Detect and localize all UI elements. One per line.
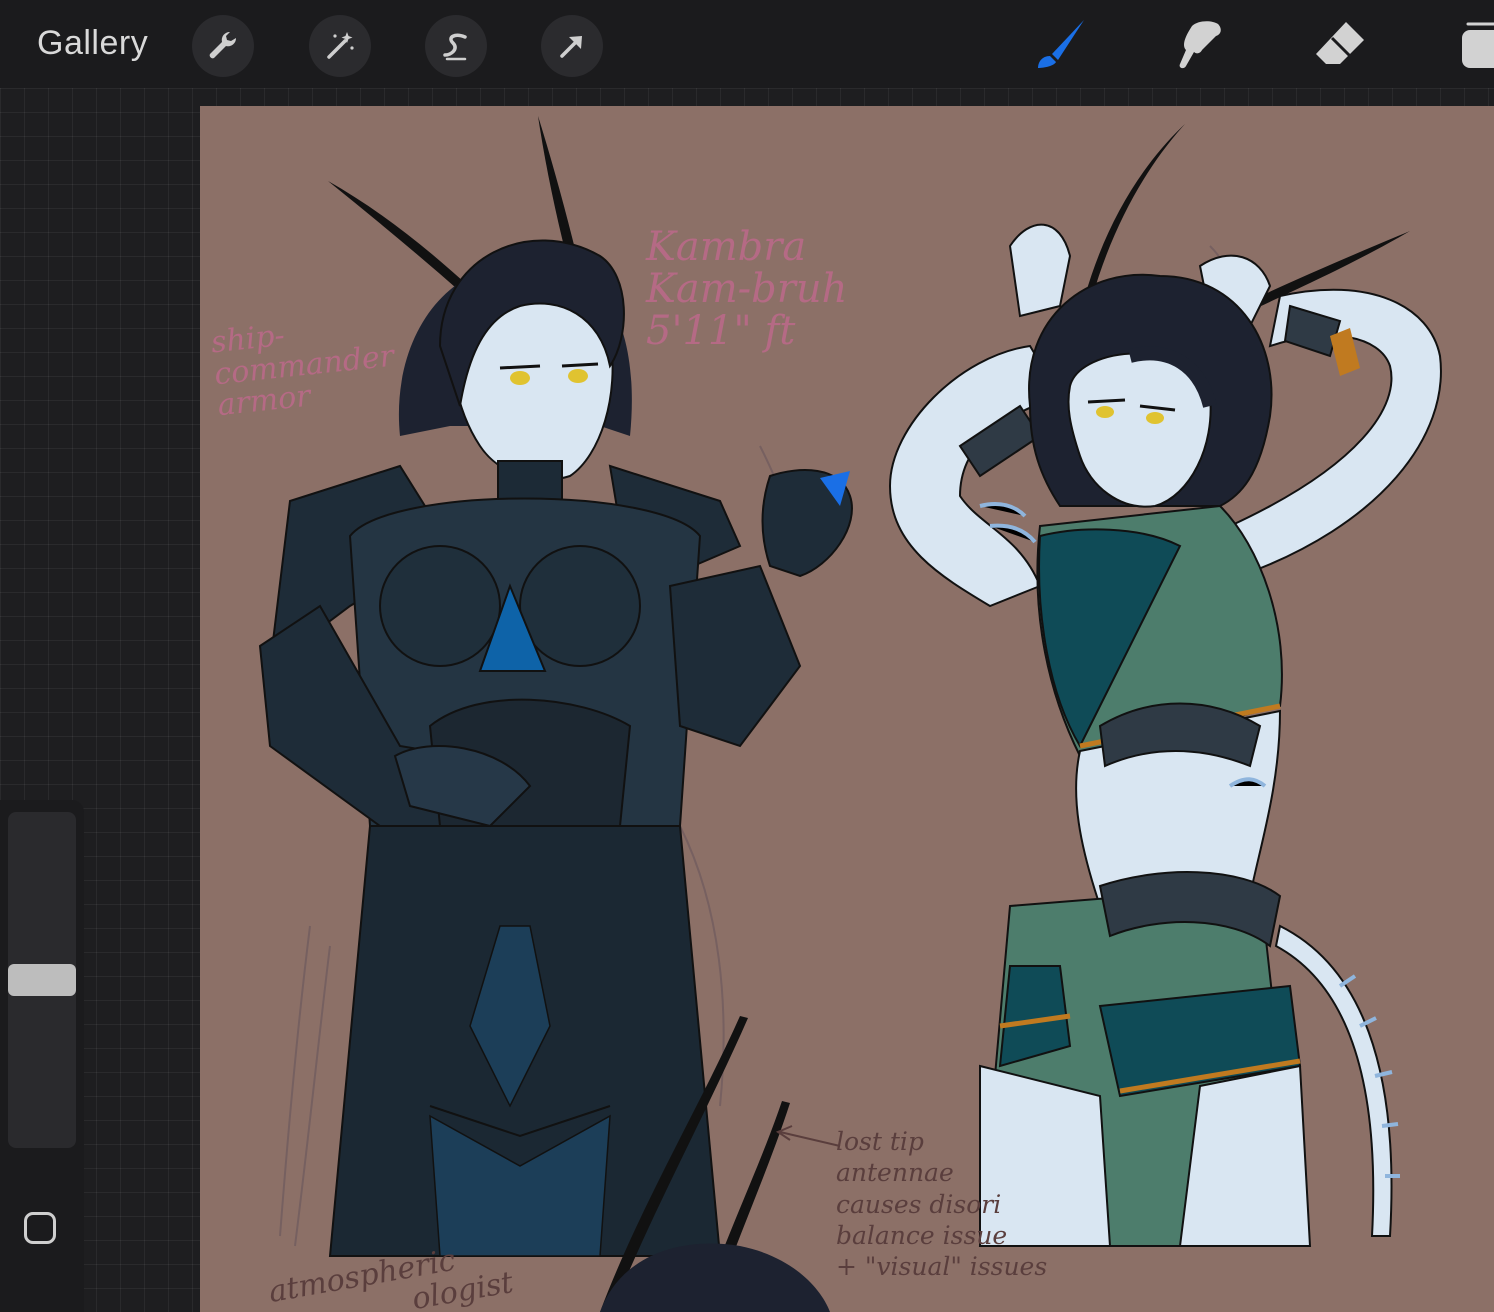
armor-note: ship- commander armor xyxy=(209,317,396,424)
brush-size-thumb[interactable] xyxy=(8,964,76,996)
top-toolbar: Gallery xyxy=(0,0,1494,88)
magic-wand-icon xyxy=(327,32,354,59)
wrench-icon xyxy=(209,31,237,59)
brush-icon xyxy=(1038,20,1084,68)
actions-button[interactable] xyxy=(192,15,254,77)
gallery-button[interactable]: Gallery xyxy=(37,24,148,63)
selection-button[interactable] xyxy=(425,15,487,77)
green-outfit-figure xyxy=(888,124,1442,1247)
layers-icon xyxy=(1462,22,1494,68)
drawing-canvas[interactable]: Kambra Kam-bruh 5'11" ft ship- commander… xyxy=(200,106,1494,1312)
selection-icon xyxy=(443,33,467,61)
smudge-button[interactable] xyxy=(1170,14,1230,74)
character-name-note: Kambra Kam-bruh 5'11" ft xyxy=(646,224,848,354)
left-sidebar xyxy=(0,800,84,1312)
transform-arrow-icon xyxy=(560,36,582,58)
brush-button[interactable] xyxy=(1030,14,1090,74)
antenna-note: lost tip antennae causes disori balance … xyxy=(836,1127,1048,1281)
eraser-icon xyxy=(1316,22,1364,64)
eraser-button[interactable] xyxy=(1310,14,1370,74)
modify-button[interactable] xyxy=(24,1212,56,1244)
smudge-icon xyxy=(1179,21,1221,69)
transform-button[interactable] xyxy=(541,15,603,77)
layers-button[interactable] xyxy=(1448,14,1494,74)
adjustments-button[interactable] xyxy=(309,15,371,77)
